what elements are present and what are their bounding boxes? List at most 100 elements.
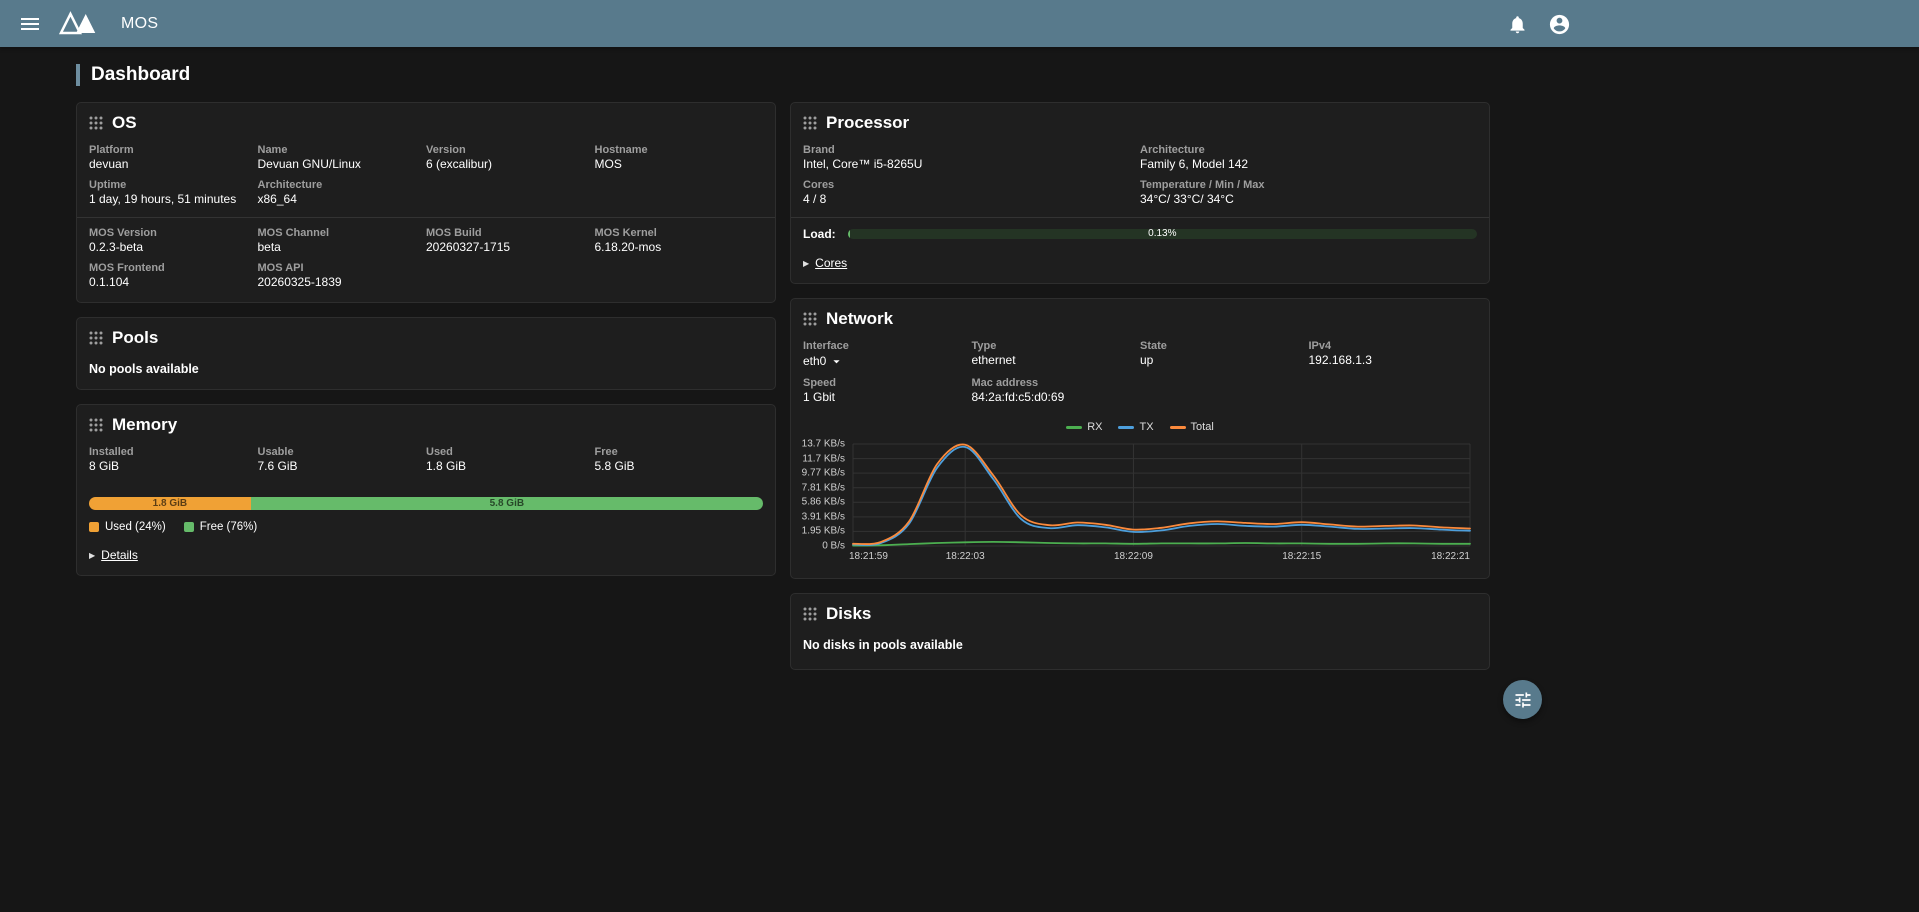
memory-free-segment: 5.8 GiB <box>251 497 763 510</box>
disks-empty-text: No disks in pools available <box>803 638 1477 652</box>
field-mos-build: MOS Build 20260327-1715 <box>426 227 595 254</box>
field-mos-frontend: MOS Frontend 0.1.104 <box>89 262 258 289</box>
memory-card: Memory Installed 8 GiB Usable 7.6 GiB Us… <box>76 404 776 576</box>
card-title: Memory <box>112 415 177 435</box>
interface-select[interactable]: eth0 <box>803 354 972 369</box>
card-divider <box>77 217 775 218</box>
app-title: MOS <box>121 15 158 33</box>
details-toggle-label: Details <box>101 548 138 562</box>
os-card: OS Platform devuan Name Devuan GNU/Linux… <box>76 102 776 303</box>
card-title: Disks <box>826 604 871 624</box>
account-button[interactable] <box>1543 8 1575 40</box>
field-cpu-architecture: Architecture Family 6, Model 142 <box>1140 144 1477 171</box>
field-value: 84:2a:fd:c5:d0:69 <box>972 391 1141 404</box>
field-uptime: Uptime 1 day, 19 hours, 51 minutes <box>89 179 258 206</box>
field-value: 192.168.1.3 <box>1309 354 1478 367</box>
field-value: x86_64 <box>258 193 427 206</box>
field-value: 0.1.104 <box>89 276 258 289</box>
field-brand: Brand Intel, Core™ i5-8265U <box>803 144 1140 171</box>
title-accent-bar <box>76 64 80 86</box>
field-mos-api: MOS API 20260325-1839 <box>258 262 427 289</box>
field-value: 7.6 GiB <box>258 460 427 473</box>
card-title: OS <box>112 113 137 133</box>
cores-toggle[interactable]: ▶ Cores <box>803 256 1477 270</box>
field-label: State <box>1140 340 1309 352</box>
chart-y-axis: 13.7 KB/s11.7 KB/s9.77 KB/s7.81 KB/s5.86… <box>803 444 853 546</box>
field-label: Interface <box>803 340 972 352</box>
field-label: Brand <box>803 144 1140 156</box>
field-ipv4: IPv4 192.168.1.3 <box>1309 340 1478 369</box>
card-divider <box>791 217 1489 218</box>
processor-card: Processor Brand Intel, Core™ i5-8265U Ar… <box>790 102 1490 284</box>
legend-line-swatch <box>1170 426 1186 429</box>
details-toggle[interactable]: ▶ Details <box>89 548 763 562</box>
field-label: Speed <box>803 377 972 389</box>
field-label: MOS Channel <box>258 227 427 239</box>
field-usable: Usable 7.6 GiB <box>258 446 427 473</box>
y-axis-tick-label: 3.91 KB/s <box>802 511 845 522</box>
memory-usage-bar: 1.8 GiB 5.8 GiB <box>89 497 763 510</box>
field-type: Type ethernet <box>972 340 1141 369</box>
field-label: Type <box>972 340 1141 352</box>
field-label: MOS Kernel <box>595 227 764 239</box>
field-value: Intel, Core™ i5-8265U <box>803 158 1140 171</box>
app-bar: MOS <box>0 0 1919 47</box>
field-cores: Cores 4 / 8 <box>803 179 1140 206</box>
field-label: Cores <box>803 179 1140 191</box>
y-axis-tick-label: 7.81 KB/s <box>802 482 845 493</box>
field-value: 34°C/ 33°C/ 34°C <box>1140 193 1477 206</box>
field-label: Temperature / Min / Max <box>1140 179 1477 191</box>
legend-item-total[interactable]: Total <box>1170 421 1214 433</box>
field-label: Hostname <box>595 144 764 156</box>
legend-line-swatch <box>1066 426 1082 429</box>
chart-legend: RX TX Total <box>803 420 1477 434</box>
field-value: ethernet <box>972 354 1141 367</box>
cpu-load-bar: 0.13% <box>848 229 1477 239</box>
left-column: OS Platform devuan Name Devuan GNU/Linux… <box>76 102 776 576</box>
field-label: Architecture <box>1140 144 1477 156</box>
notifications-button[interactable] <box>1501 8 1533 40</box>
field-label: Installed <box>89 446 258 458</box>
pools-card: Pools No pools available <box>76 317 776 390</box>
x-axis-tick-label: 18:22:09 <box>1114 551 1153 562</box>
legend-label: TX <box>1139 421 1153 433</box>
field-mac-address: Mac address 84:2a:fd:c5:d0:69 <box>972 377 1141 404</box>
legend-item-tx[interactable]: TX <box>1118 421 1153 433</box>
field-label: Mac address <box>972 377 1141 389</box>
field-used: Used 1.8 GiB <box>426 446 595 473</box>
legend-item-rx[interactable]: RX <box>1066 421 1102 433</box>
field-value: Family 6, Model 142 <box>1140 158 1477 171</box>
network-traffic-chart: RX TX Total 13.7 KB/s11.7 KB/s9.77 KB/s7.8… <box>803 420 1477 564</box>
field-value: 6.18.20-mos <box>595 241 764 254</box>
field-mos-channel: MOS Channel beta <box>258 227 427 254</box>
field-value: 8 GiB <box>89 460 258 473</box>
field-hostname: Hostname MOS <box>595 144 764 171</box>
field-label: Uptime <box>89 179 258 191</box>
legend-item-free: Free (76%) <box>184 521 258 533</box>
x-axis-tick-label: 18:22:21 <box>1431 551 1470 562</box>
y-axis-tick-label: 1.95 KB/s <box>802 526 845 537</box>
right-column: Processor Brand Intel, Core™ i5-8265U Ar… <box>790 102 1490 670</box>
legend-label: Used (24%) <box>105 521 166 533</box>
menu-button[interactable] <box>14 8 46 40</box>
field-version: Version 6 (excalibur) <box>426 144 595 171</box>
mos-logo <box>59 11 101 36</box>
field-interface: Interface eth0 <box>803 340 972 369</box>
drag-grid-icon <box>89 418 103 432</box>
cpu-load-value: 0.13% <box>848 229 1477 239</box>
field-value: 6 (excalibur) <box>426 158 595 171</box>
network-card: Network Interface eth0 Type <box>790 298 1490 579</box>
y-axis-tick-label: 0 B/s <box>822 541 845 552</box>
field-value: 1 day, 19 hours, 51 minutes <box>89 193 258 206</box>
field-label: Name <box>258 144 427 156</box>
drag-grid-icon <box>89 331 103 345</box>
expand-arrow-icon: ▶ <box>89 551 95 560</box>
field-value: beta <box>258 241 427 254</box>
y-axis-tick-label: 5.86 KB/s <box>802 497 845 508</box>
card-title: Processor <box>826 113 909 133</box>
y-axis-tick-label: 11.7 KB/s <box>802 453 845 464</box>
field-value: Devuan GNU/Linux <box>258 158 427 171</box>
field-value: MOS <box>595 158 764 171</box>
dashboard-settings-fab[interactable] <box>1503 680 1542 719</box>
field-label: Used <box>426 446 595 458</box>
